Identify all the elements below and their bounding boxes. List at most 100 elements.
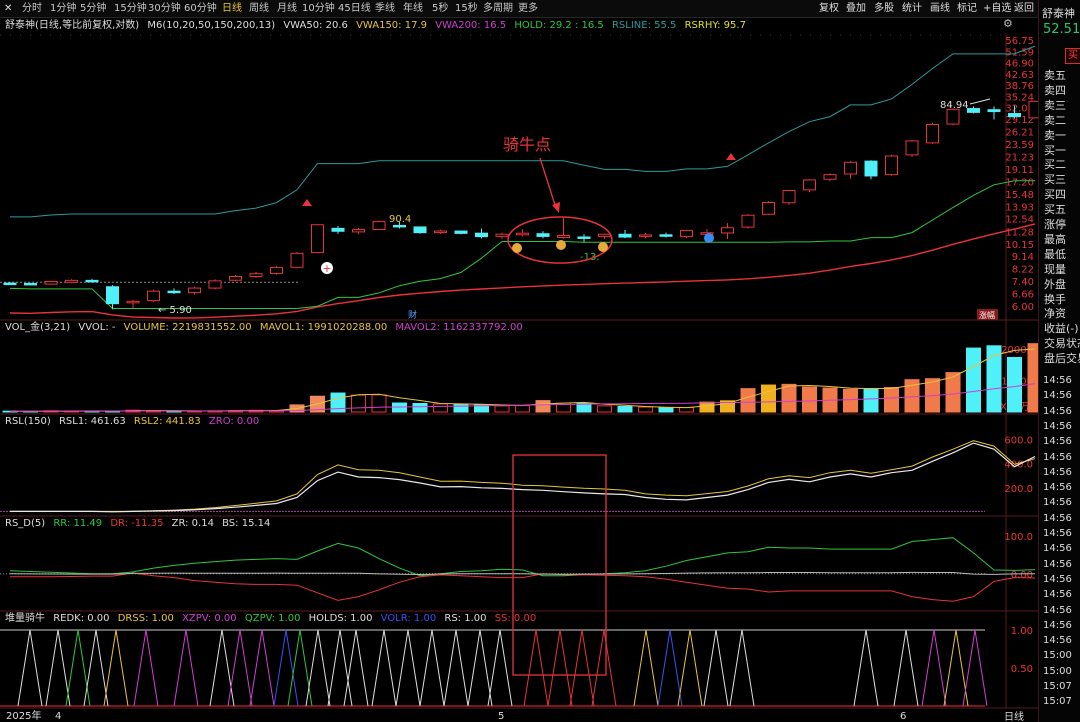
price-tick-21: 6.66 (1012, 290, 1034, 301)
price-tick-20: 7.40 (1012, 277, 1034, 288)
candle-body (475, 232, 488, 238)
volume-bar (761, 384, 776, 413)
candle-body (229, 275, 242, 281)
tick-time-19: 15:00 (1043, 665, 1072, 677)
volume-bar (781, 383, 797, 413)
period-indicator[interactable]: 日线 (1004, 708, 1038, 722)
zr-line (9, 571, 1036, 576)
candle-body (741, 214, 755, 228)
last-price-leader (969, 98, 991, 105)
quote-label-16: 净资 (1044, 307, 1066, 321)
date-year: 2025年 (6, 709, 41, 722)
volume-bar (576, 402, 592, 413)
money-bag-icon (556, 240, 566, 250)
volume-bar (863, 388, 879, 413)
candle-body (905, 140, 919, 156)
tick-time-16: 14:56 (1043, 619, 1072, 631)
candle-body (1008, 113, 1021, 118)
price-tick-18: 9.14 (1012, 252, 1034, 263)
tick-time-11: 14:56 (1043, 543, 1072, 555)
gear-icon: ⚙ (1003, 17, 1013, 30)
tick-time-5: 14:56 (1043, 451, 1072, 463)
dl-wave (83, 629, 109, 707)
dl-wave (371, 629, 397, 707)
tick-time-3: 14:56 (1043, 420, 1072, 432)
vol-name: VOL_金(3,21) (5, 322, 71, 333)
volume-bar (371, 394, 387, 413)
volume-bar (679, 407, 694, 413)
volume-bar (617, 405, 633, 413)
candle-body (946, 108, 960, 125)
candle-body (3, 282, 17, 286)
date-month-4: 4 (55, 711, 61, 722)
candle-body (926, 123, 939, 144)
quote-label-2: 卖三 (1044, 98, 1066, 112)
volume-bar (351, 394, 366, 413)
candle-body (393, 224, 406, 228)
candle-body (372, 221, 386, 230)
up-triangle-2 (726, 153, 736, 160)
dl-wave (853, 629, 879, 707)
price-tick-0: 56.75 (1005, 36, 1034, 47)
rsd-tick-0: 100.0 (1004, 532, 1033, 543)
quote-label-15: 换手 (1044, 292, 1066, 306)
dl-wave (633, 629, 659, 707)
volume-bar (433, 403, 448, 413)
dl-wave (523, 629, 549, 707)
price-tick-3: 42.63 (1005, 70, 1034, 81)
dl-wave (677, 629, 703, 707)
volume-bar (884, 387, 899, 413)
tick-time-13: 14:56 (1043, 573, 1072, 585)
dl-wave (343, 629, 369, 707)
dl-wave (103, 629, 129, 707)
dl-wave (327, 629, 353, 707)
dl-wave (249, 629, 275, 707)
candle-body (126, 300, 140, 304)
quote-panel: 舒泰神 52.51 买 卖五 卖四 卖三 卖二 卖一 买一 买二 买三 买四 买五 涨停 最高 最低 现量… (1038, 0, 1080, 722)
rsl-tick-2: 200.0 (1004, 484, 1033, 495)
vol-panel-title: VOL_金(3,21) VVOL: - VOLUME: 2219831552.0… (0, 321, 1040, 335)
buy-button[interactable]: 买 (1065, 48, 1080, 64)
rsd-tick-1: 0.00 (1011, 570, 1033, 581)
rsl-tick-0: 600.0 (1004, 436, 1033, 447)
volume-bar (843, 388, 858, 413)
candle-body (762, 202, 775, 215)
quote-label-9: 买五 (1044, 203, 1066, 217)
quote-label-1: 卖四 (1044, 83, 1066, 97)
candle-body (413, 226, 427, 234)
tick-time-8: 14:56 (1043, 497, 1072, 509)
candle-body (885, 155, 898, 176)
money-bag-icon (512, 243, 522, 253)
candle-body (782, 189, 796, 204)
candle-body (65, 279, 78, 283)
tick-time-6: 14:56 (1043, 466, 1072, 478)
fin-tag: 财 (408, 309, 417, 321)
candle-body (188, 287, 201, 294)
dl-panel-title: 堆量骑牛 REDK: 0.00 DRSS: 1.00 XZPV: 0.00 QZ… (0, 612, 1040, 626)
quote-label-0: 卖五 (1044, 69, 1066, 82)
candle-body (639, 234, 652, 237)
dl-tick-1: 0.50 (1011, 664, 1033, 675)
holds-label: HOLDS: 1.00 (308, 613, 373, 624)
volume-bar (515, 405, 530, 413)
dl-wave (45, 629, 71, 707)
quote-label-5: 买一 (1044, 143, 1066, 157)
candle-body (598, 233, 611, 237)
quote-label-8: 买四 (1044, 188, 1066, 202)
candle-body (618, 233, 632, 238)
dl-wave (443, 629, 469, 707)
low-label: ← 5.90 (158, 305, 192, 316)
candle-body (434, 230, 447, 234)
tick-time-15: 14:56 (1043, 604, 1072, 616)
candle-body (44, 280, 58, 285)
candle-body (311, 224, 324, 254)
candle-body (208, 280, 222, 289)
tick-time-20: 15:07 (1043, 681, 1072, 692)
quote-label-18: 交易状态 (1044, 337, 1080, 351)
candle-body (106, 286, 119, 305)
rs-label: RS: 1.00 (444, 613, 487, 624)
mavol2-label: MAVOL2: 1162337792.00 (395, 322, 523, 333)
tick-time-14: 14:56 (1043, 589, 1072, 601)
tick-time-2: 14:56 (1043, 405, 1072, 417)
dl-wave (569, 629, 595, 707)
